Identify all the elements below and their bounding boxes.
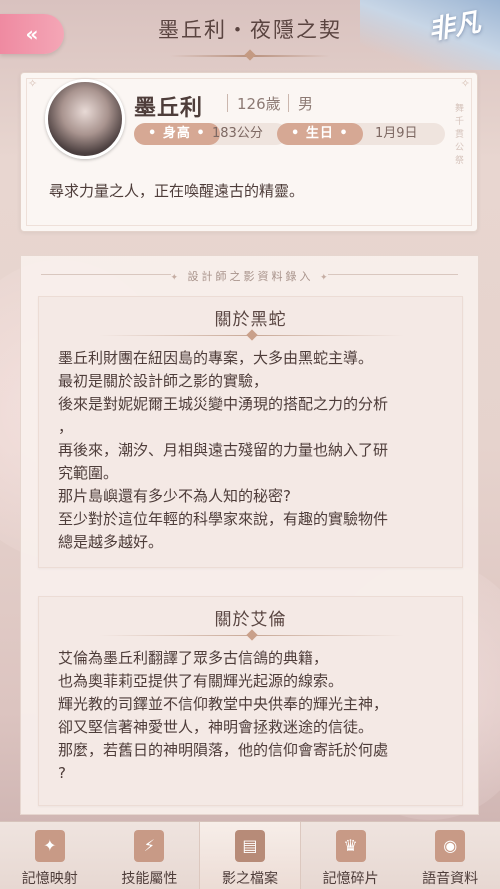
text-line: ，: [58, 418, 74, 436]
text-line: 那片島嶼還有多少不為人知的秘密?: [58, 487, 291, 505]
text-line: 後來是對妮妮爾王城災變中湧現的搭配之力的分析: [58, 395, 389, 413]
height-tag: • 身高 •: [134, 123, 220, 145]
voice-icon: ◉: [435, 830, 466, 862]
text-line: 那麼，若舊日的神明隕落，他的信仰會寄託於何處: [58, 741, 389, 759]
text-line: 艾倫為墨丘利翻譯了眾多古信鴿的典籍，: [58, 649, 329, 667]
nav-tab-shadow-archive[interactable]: ▤ 影之檔案: [199, 822, 301, 889]
divider: [328, 274, 458, 275]
header: « 墨丘利・夜隱之契 非凡: [0, 0, 500, 70]
text-line: 最初是關於設計師之影的實驗，: [58, 372, 269, 390]
nav-label: 語音資料: [422, 871, 479, 887]
text-line: 究範圍。: [58, 464, 119, 482]
card-icon: ✦: [34, 830, 65, 862]
section-divider: [99, 329, 404, 341]
nav-tab-skills[interactable]: ⚡ 技能屬性: [100, 822, 200, 889]
archive-section: 關於艾倫 艾倫為墨丘利翻譯了眾多古信鴿的典籍， 也為奧菲莉亞提供了有關輝光起源的…: [38, 596, 463, 806]
section-divider: [99, 629, 404, 641]
text-line: 也為奧菲莉亞提供了有關輝光起源的線索。: [58, 672, 344, 690]
panel-heading: ✦ 設計師之影資料錄入 ✦: [170, 270, 331, 283]
rarity-label: 非凡: [426, 7, 483, 47]
document-icon: ▤: [234, 830, 265, 862]
text-line: 卻又堅信著神愛世人，神明會拯救迷途的信徒。: [58, 718, 374, 736]
nav-tab-voice-data[interactable]: ◉ 語音資料: [400, 822, 500, 889]
birthday-tag: • 生日 •: [277, 123, 363, 145]
section-body: 墨丘利財團在紐因島的專案，大多由黑蛇主導。 最初是關於設計師之影的實驗， 後來是…: [58, 347, 453, 554]
text-line: 輝光教的司鐸並不信仰教堂中央供奉的輝光主神，: [58, 695, 389, 713]
birthday-value: 1月9日: [375, 126, 418, 141]
rarity-badge: 非凡: [360, 0, 500, 70]
nav-label: 影之檔案: [221, 871, 278, 887]
height-pill: • 身高 • 183公分: [134, 123, 287, 145]
nav-label: 技能屬性: [121, 871, 178, 887]
bottom-nav: ✦ 記憶映射 ⚡ 技能屬性 ▤ 影之檔案 ♛ 記憶碎片 ◉ 語音資料: [0, 821, 500, 889]
dress-icon: ♛: [335, 830, 366, 862]
character-name: 墨丘利: [134, 95, 204, 121]
character-motto: 尋求力量之人，正在喚醒遠古的精靈。: [49, 182, 305, 200]
character-gender: 男: [298, 95, 314, 113]
profile-card: ✧ ✧ 墨丘利 126歲 男 • 身高 • 183公分 • 生日 • 1月9日 …: [20, 72, 478, 232]
avatar: [45, 79, 125, 159]
text-line: 總是越多越好。: [58, 533, 164, 551]
nav-label: 記憶碎片: [322, 871, 379, 887]
text-line: ?: [58, 764, 66, 782]
archive-panel: ✦ 設計師之影資料錄入 ✦ 關於黑蛇 墨丘利財團在紐因島的專案，大多由黑蛇主導。…: [20, 255, 479, 815]
nav-tab-memory-mapping[interactable]: ✦ 記憶映射: [0, 822, 100, 889]
character-age: 126歲: [237, 95, 281, 113]
section-body: 艾倫為墨丘利翻譯了眾多古信鴿的典籍， 也為奧菲莉亞提供了有關輝光起源的線索。 輝…: [58, 647, 453, 785]
side-decorative-text: 舞千貫公祭: [455, 104, 465, 166]
divider: [288, 94, 289, 112]
height-value: 183公分: [212, 126, 263, 141]
text-line: 再後來，潮汐、月相與遠古殘留的力量也納入了研: [58, 441, 389, 459]
nav-tab-memory-fragments[interactable]: ♛ 記憶碎片: [301, 822, 401, 889]
corner-ornament-icon: ✧: [460, 77, 470, 90]
section-title: 關於艾倫: [214, 610, 287, 630]
nav-label: 記憶映射: [21, 871, 78, 887]
lightning-icon: ⚡: [134, 830, 165, 862]
title-divider: [170, 49, 330, 61]
section-title: 關於黑蛇: [214, 310, 287, 330]
text-line: 墨丘利財團在紐因島的專案，大多由黑蛇主導。: [58, 349, 374, 367]
divider: [227, 94, 228, 112]
archive-section: 關於黑蛇 墨丘利財團在紐因島的專案，大多由黑蛇主導。 最初是關於設計師之影的實驗…: [38, 296, 463, 568]
corner-ornament-icon: ✧: [28, 77, 38, 90]
birthday-pill: • 生日 • 1月9日: [277, 123, 445, 145]
text-line: 至少對於這位年輕的科學家來說，有趣的實驗物件: [58, 510, 389, 528]
